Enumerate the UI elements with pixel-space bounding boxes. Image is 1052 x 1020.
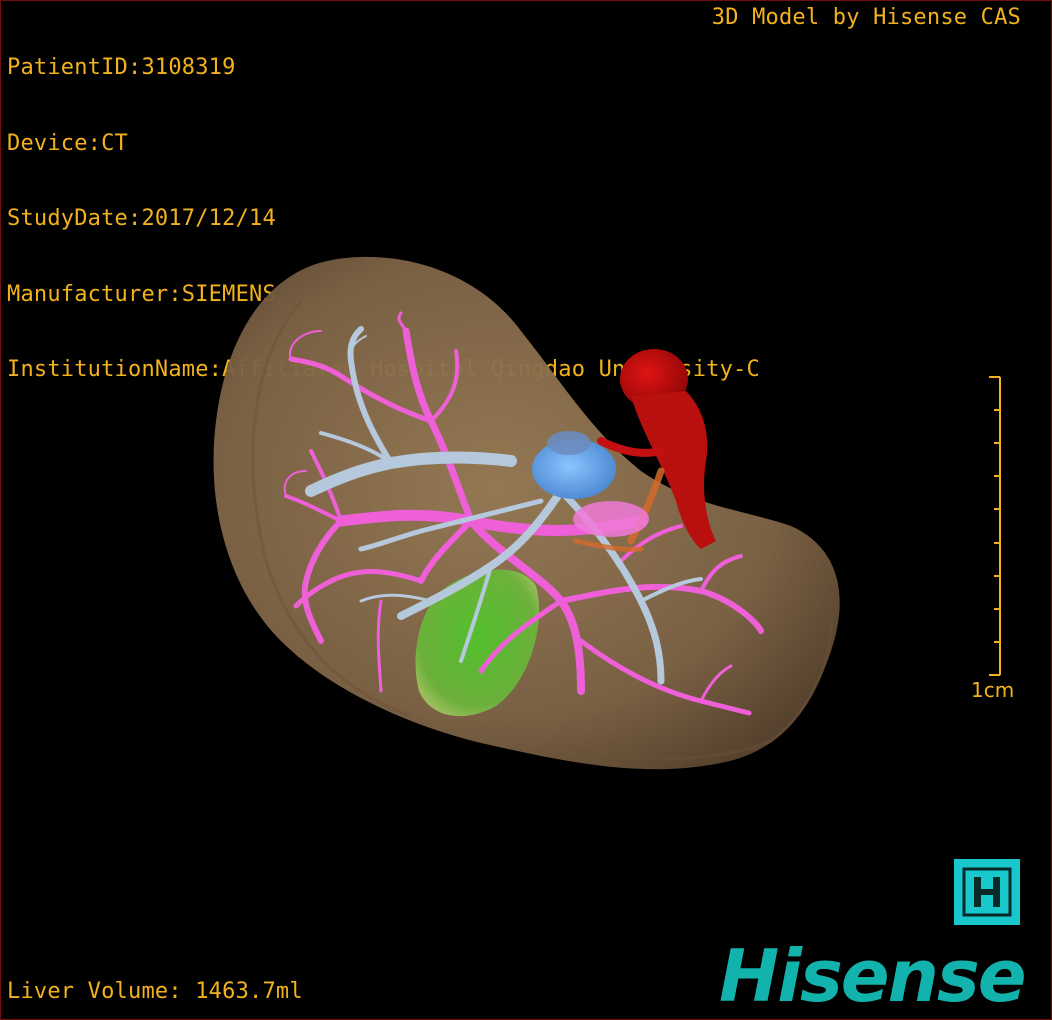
liver-volume-text: Liver Volume: 1463.7ml [7,979,303,1004]
scale-bar [989,376,1001,676]
3d-viewport[interactable]: PatientID:3108319 Device:CT StudyDate:20… [0,0,1052,1020]
hisense-logo: Hisense [719,934,1027,1018]
portal-confluence [573,501,649,537]
scale-bar-label: 1cm [971,678,1015,702]
hisense-h-icon [954,859,1020,925]
liver-3d-model[interactable] [1,1,1051,1019]
